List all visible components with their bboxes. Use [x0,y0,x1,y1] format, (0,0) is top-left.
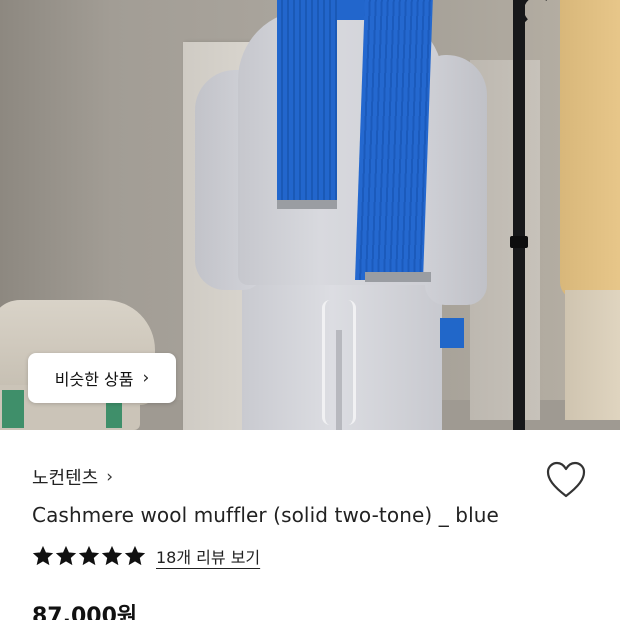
star-icon [101,545,123,566]
rating-row: 18개 리뷰 보기 [32,544,260,568]
photo-scarf-grey-tip [365,272,431,282]
star-icon [55,545,77,566]
photo-hanging-cloth [565,290,620,420]
photo-right-sleeve [425,55,487,305]
similar-products-button[interactable]: 비슷한 상품 › [28,353,176,403]
photo-scarf-grey-tip [277,200,337,209]
review-link[interactable]: 18개 리뷰 보기 [156,544,260,568]
product-info: 노컨텐츠 › Cashmere wool muffler (solid two-… [0,430,620,620]
product-price: 87,000원 [32,604,138,620]
photo-rack-pole [513,0,525,430]
brand-link[interactable]: 노컨텐츠 › [32,464,113,490]
brand-name: 노컨텐츠 [32,468,99,489]
chevron-right-icon: › [142,368,150,388]
rating-stars [32,545,146,567]
star-icon [32,545,54,566]
star-icon [124,545,146,566]
photo-scarf-left-end [277,0,337,209]
photo-drawstring [322,300,356,425]
photo-rack-joint [510,236,528,248]
product-title: Cashmere wool muffler (solid two-tone) _… [32,503,499,527]
photo-hanging-cloth [560,0,620,300]
photo-blue-cuff [440,318,464,348]
photo-box-label [2,390,24,428]
photo-scarf-right-end [355,0,433,280]
heart-icon[interactable] [545,460,587,500]
product-detail-screen: 비슷한 상품 › 노컨텐츠 › Cashmere wool muffler (s… [0,0,620,620]
photo-box-label [106,402,122,428]
star-icon [78,545,100,566]
chevron-right-icon: › [106,467,114,487]
similar-products-label: 비슷한 상품 [54,370,134,389]
